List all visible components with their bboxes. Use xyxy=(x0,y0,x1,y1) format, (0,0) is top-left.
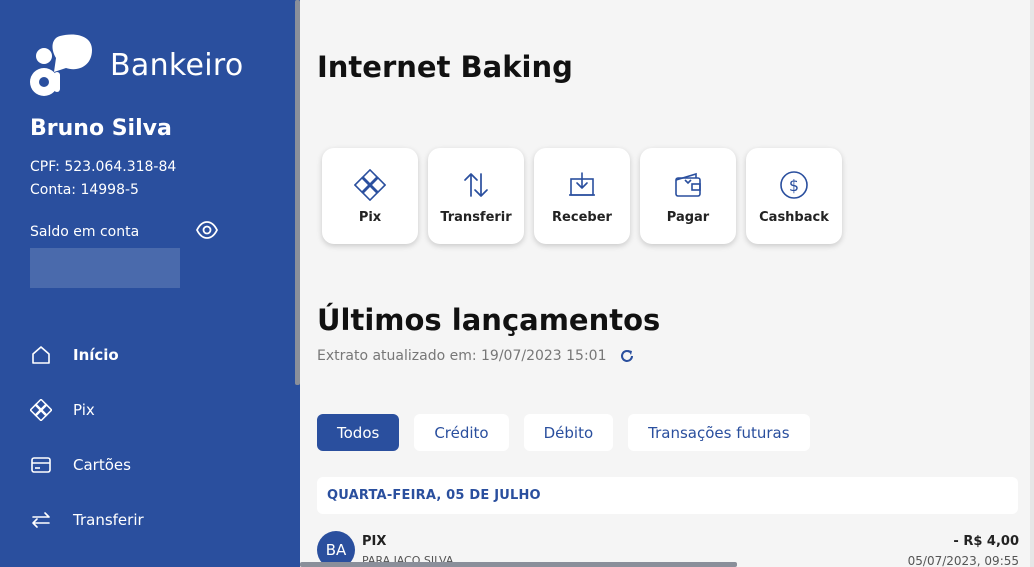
transaction-filters: Todos Crédito Débito Transações futuras xyxy=(317,414,810,451)
page-title: Internet Baking xyxy=(317,50,573,84)
action-transferir-button[interactable]: Transferir xyxy=(428,148,524,244)
horizontal-scrollbar[interactable] xyxy=(300,562,737,567)
sidebar-item-label: Pix xyxy=(73,400,95,419)
sidebar-item-inicio[interactable]: Início xyxy=(30,327,144,382)
transaction-amount: - R$ 4,00 xyxy=(953,534,1019,549)
filter-credito[interactable]: Crédito xyxy=(414,414,509,451)
home-icon xyxy=(30,343,62,367)
transaction-date: 05/07/2023, 09:55 xyxy=(907,554,1019,567)
action-label: Pix xyxy=(358,209,382,225)
section-title: Últimos lançamentos xyxy=(317,303,661,337)
brand-logo[interactable]: Bankeiro xyxy=(30,32,244,98)
eye-icon[interactable] xyxy=(195,221,219,239)
wallet-icon xyxy=(671,168,705,202)
updated-text: Extrato atualizado em: 19/07/2023 15:01 xyxy=(317,348,607,364)
sidebar-item-label: Cartões xyxy=(73,455,131,474)
action-pagar-button[interactable]: Pagar xyxy=(640,148,736,244)
balance-value-hidden xyxy=(30,248,180,288)
sidebar-item-transferir[interactable]: Transferir xyxy=(30,492,144,547)
day-header: QUARTA-FEIRA, 05 DE JULHO xyxy=(317,477,1018,514)
sidebar-item-label: Transferir xyxy=(73,510,144,529)
pix-icon xyxy=(30,398,62,422)
main-content: Internet Baking Pix Transferir Receber P… xyxy=(300,0,1034,567)
svg-text:$: $ xyxy=(789,176,799,195)
sidebar-item-label: Início xyxy=(73,345,119,364)
brand-name: Bankeiro xyxy=(110,47,244,83)
refresh-icon[interactable] xyxy=(619,348,635,364)
statement-updated: Extrato atualizado em: 19/07/2023 15:01 xyxy=(317,348,635,364)
action-receber-button[interactable]: Receber xyxy=(534,148,630,244)
filter-todos[interactable]: Todos xyxy=(317,414,400,451)
filter-debito[interactable]: Débito xyxy=(523,414,614,451)
transfer-icon xyxy=(30,508,62,532)
transaction-type: PIX xyxy=(362,534,387,549)
card-icon xyxy=(30,453,62,477)
sidebar-nav: Início Pix Cartões Transferir xyxy=(30,327,144,547)
dollar-coin-icon: $ xyxy=(777,168,811,202)
balance-label: Saldo em conta xyxy=(30,224,140,240)
action-cashback-button[interactable]: $ Cashback xyxy=(746,148,842,244)
sidebar: Bankeiro Bruno Silva CPF: 523.064.318-84… xyxy=(0,0,300,567)
arrows-up-down-icon xyxy=(459,168,493,202)
pix-icon xyxy=(353,168,387,202)
user-account: Conta: 14998-5 xyxy=(30,182,139,198)
sidebar-item-cartoes[interactable]: Cartões xyxy=(30,437,144,492)
user-cpf: CPF: 523.064.318-84 xyxy=(30,159,177,175)
action-pix-button[interactable]: Pix xyxy=(322,148,418,244)
action-label: Receber xyxy=(552,209,612,225)
vertical-scrollbar[interactable] xyxy=(1030,0,1034,567)
filter-transacoes-futuras[interactable]: Transações futuras xyxy=(628,414,810,451)
action-label: Pagar xyxy=(666,209,710,225)
quick-actions: Pix Transferir Receber Pagar $ Cashback xyxy=(322,148,842,244)
user-name: Bruno Silva xyxy=(30,116,172,141)
sidebar-item-pix[interactable]: Pix xyxy=(30,382,144,437)
receive-icon xyxy=(565,168,599,202)
bankeiro-logo-icon xyxy=(30,32,96,98)
action-label: Cashback xyxy=(759,209,829,225)
action-label: Transferir xyxy=(440,209,512,225)
